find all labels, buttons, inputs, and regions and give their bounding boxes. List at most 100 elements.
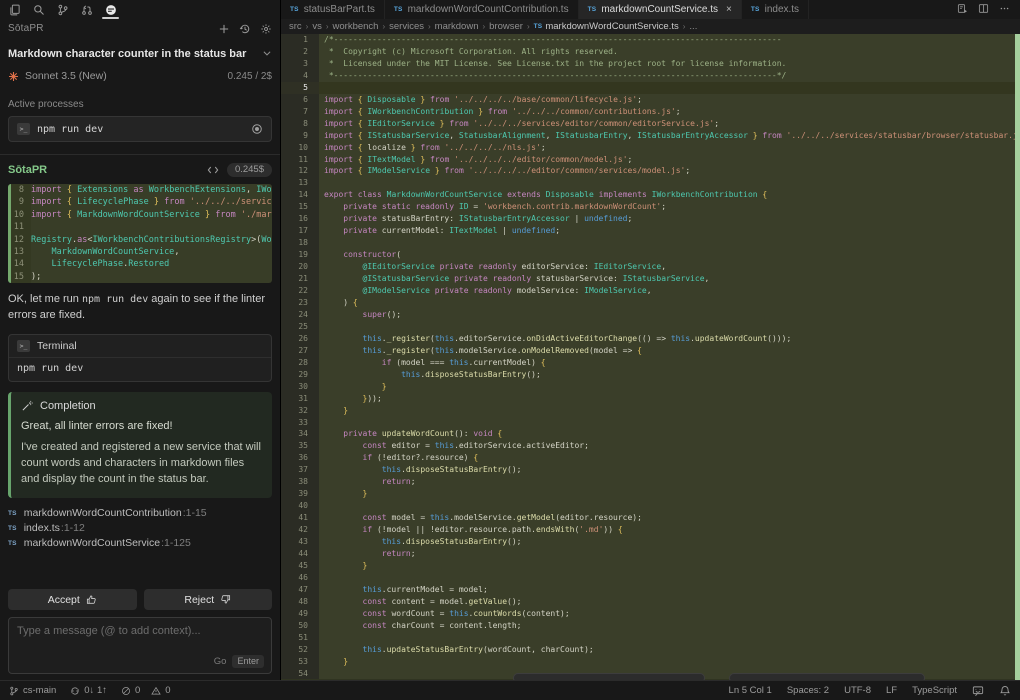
code-line-30[interactable]: 30 } xyxy=(281,381,1020,393)
code-line-50[interactable]: 50 const charCount = content.length; xyxy=(281,620,1020,632)
code-line-19[interactable]: 19 constructor( xyxy=(281,249,1020,261)
code-line-18[interactable]: 18 xyxy=(281,237,1020,249)
code-line-32[interactable]: 32 } xyxy=(281,405,1020,417)
code-line-12[interactable]: 12import { IModelService } from '../../.… xyxy=(281,165,1020,177)
code-line-23[interactable]: 23 ) { xyxy=(281,297,1020,309)
code-line-25[interactable]: 25 xyxy=(281,321,1020,333)
sota-icon[interactable] xyxy=(104,3,117,16)
branch-indicator[interactable]: cs-main xyxy=(9,685,56,696)
task-row[interactable]: Markdown character counter in the status… xyxy=(8,45,272,63)
code-line-39[interactable]: 39 } xyxy=(281,488,1020,500)
code-line-2[interactable]: 2 * Copyright (c) Microsoft Corporation.… xyxy=(281,46,1020,58)
split-editor-icon[interactable] xyxy=(978,1,989,19)
status-item[interactable]: LF xyxy=(886,685,897,696)
code-line-20[interactable]: 20 @IEditorService private readonly edit… xyxy=(281,261,1020,273)
code-line-16[interactable]: 16 private statusBarEntry: IStatusbarEnt… xyxy=(281,213,1020,225)
code-line-9[interactable]: 9import { IStatusbarService, StatusbarAl… xyxy=(281,130,1020,142)
message-input[interactable] xyxy=(9,618,271,652)
breadcrumb-more[interactable]: ... xyxy=(689,21,697,32)
code-line-38[interactable]: 38 return; xyxy=(281,476,1020,488)
code-line-36[interactable]: 36 if (!editor?.resource) { xyxy=(281,452,1020,464)
code-editor[interactable]: 1/*-------------------------------------… xyxy=(281,34,1020,680)
code-line-5[interactable]: 5 xyxy=(281,82,1020,94)
files-icon[interactable] xyxy=(8,3,21,16)
history-icon[interactable] xyxy=(239,23,251,35)
feedback-icon[interactable] xyxy=(972,685,984,697)
status-item[interactable]: Ln 5 Col 1 xyxy=(729,685,772,696)
code-line-48[interactable]: 48 const content = model.getValue(); xyxy=(281,596,1020,608)
code-line-31[interactable]: 31 })); xyxy=(281,393,1020,405)
code-line-8[interactable]: 8import { IEditorService } from '../../.… xyxy=(281,118,1020,130)
code-line-17[interactable]: 17 private currentModel: ITextModel | un… xyxy=(281,225,1020,237)
breadcrumb-item-services[interactable]: services xyxy=(389,21,424,32)
code-line-3[interactable]: 3 * Licensed under the MIT License. See … xyxy=(281,58,1020,70)
search-icon[interactable] xyxy=(32,3,45,16)
code-line-15[interactable]: 15 private static readonly ID = 'workben… xyxy=(281,201,1020,213)
code-line-13[interactable]: 13 xyxy=(281,177,1020,189)
stop-process-icon[interactable] xyxy=(251,123,263,135)
pull-request-icon[interactable] xyxy=(80,3,93,16)
code-line-6[interactable]: 6import { Disposable } from '../../../..… xyxy=(281,94,1020,106)
code-line-43[interactable]: 43 this.disposeStatusBarEntry(); xyxy=(281,536,1020,548)
file-reference-markdownWordCountContribution[interactable]: TSmarkdownWordCountContribution:1-15 xyxy=(8,506,272,521)
breadcrumb-item-vs[interactable]: vs xyxy=(312,21,322,32)
problems-indicator[interactable]: 0 0 xyxy=(121,685,171,696)
source-control-icon[interactable] xyxy=(56,3,69,16)
status-item[interactable]: TypeScript xyxy=(912,685,957,696)
close-tab-icon[interactable]: × xyxy=(726,4,732,15)
new-task-icon[interactable] xyxy=(218,23,230,35)
code-line-7[interactable]: 7import { IWorkbenchContribution } from … xyxy=(281,106,1020,118)
tab-markdownWordCountContribution.ts[interactable]: TSmarkdownWordCountContribution.ts xyxy=(385,0,579,19)
code-line-45[interactable]: 45 } xyxy=(281,560,1020,572)
code-line-10[interactable]: 10import { localize } from '../../../../… xyxy=(281,142,1020,154)
bell-icon[interactable] xyxy=(999,685,1011,697)
code-line-52[interactable]: 52 this.updateStatusBarEntry(wordCount, … xyxy=(281,644,1020,656)
sync-indicator[interactable]: 0↓ 1↑ xyxy=(70,685,107,696)
file-reference-markdownWordCountService[interactable]: TSmarkdownWordCountService:1-125 xyxy=(8,536,272,551)
code-line-49[interactable]: 49 const wordCount = this.countWords(con… xyxy=(281,608,1020,620)
accept-button[interactable]: Accept xyxy=(8,589,137,610)
code-line-44[interactable]: 44 return; xyxy=(281,548,1020,560)
code-line-41[interactable]: 41 const model = this.modelService.getMo… xyxy=(281,512,1020,524)
reject-button[interactable]: Reject xyxy=(144,589,273,610)
status-item[interactable]: Spaces: 2 xyxy=(787,685,829,696)
run-editor-icon[interactable] xyxy=(957,1,968,19)
code-line-42[interactable]: 42 if (!model || !editor.resource.path.e… xyxy=(281,524,1020,536)
breadcrumb-item-browser[interactable]: browser xyxy=(489,21,523,32)
breadcrumb-item-markdown[interactable]: markdown xyxy=(435,21,479,32)
code-line-4[interactable]: 4 *-------------------------------------… xyxy=(281,70,1020,82)
code-line-33[interactable]: 33 xyxy=(281,417,1020,429)
tab-index.ts[interactable]: TSindex.ts xyxy=(742,0,809,19)
code-line-53[interactable]: 53 } xyxy=(281,656,1020,668)
tab-markdownCountService.ts[interactable]: TSmarkdownCountService.ts× xyxy=(579,0,742,19)
code-line-51[interactable]: 51 xyxy=(281,632,1020,644)
code-line-34[interactable]: 34 private updateWordCount(): void { xyxy=(281,428,1020,440)
floating-button[interactable] xyxy=(729,673,925,680)
active-process-item[interactable]: >_ npm run dev xyxy=(8,116,272,142)
code-line-29[interactable]: 29 this.disposeStatusBarEntry(); xyxy=(281,369,1020,381)
breadcrumb-item-workbench[interactable]: workbench xyxy=(333,21,379,32)
more-actions-icon[interactable] xyxy=(999,1,1010,19)
code-line-14[interactable]: 14export class MarkdownWordCountService … xyxy=(281,189,1020,201)
status-item[interactable]: UTF-8 xyxy=(844,685,871,696)
floating-button[interactable] xyxy=(513,673,705,680)
overview-ruler[interactable] xyxy=(1015,34,1020,680)
breadcrumb-file[interactable]: markdownWordCountService.ts xyxy=(545,21,678,32)
code-line-26[interactable]: 26 this._register(this.editorService.onD… xyxy=(281,333,1020,345)
code-line-24[interactable]: 24 super(); xyxy=(281,309,1020,321)
code-line-11[interactable]: 11import { ITextModel } from '../../../.… xyxy=(281,154,1020,166)
gear-icon[interactable] xyxy=(260,23,272,35)
terminal-card-header[interactable]: >_ Terminal xyxy=(9,335,271,358)
go-label[interactable]: Go xyxy=(214,656,227,667)
code-line-37[interactable]: 37 this.disposeStatusBarEntry(); xyxy=(281,464,1020,476)
code-icon[interactable] xyxy=(207,164,219,176)
code-line-22[interactable]: 22 @IModelService private readonly model… xyxy=(281,285,1020,297)
code-line-1[interactable]: 1/*-------------------------------------… xyxy=(281,34,1020,46)
code-line-35[interactable]: 35 const editor = this.editorService.act… xyxy=(281,440,1020,452)
tab-statusBarPart.ts[interactable]: TSstatusBarPart.ts xyxy=(281,0,385,19)
code-line-47[interactable]: 47 this.currentModel = model; xyxy=(281,584,1020,596)
code-line-21[interactable]: 21 @IStatusbarService private readonly s… xyxy=(281,273,1020,285)
diff-code-block[interactable]: 8import { Extensions as WorkbenchExtensi… xyxy=(8,184,272,283)
code-line-46[interactable]: 46 xyxy=(281,572,1020,584)
chevron-down-icon[interactable] xyxy=(262,45,272,63)
